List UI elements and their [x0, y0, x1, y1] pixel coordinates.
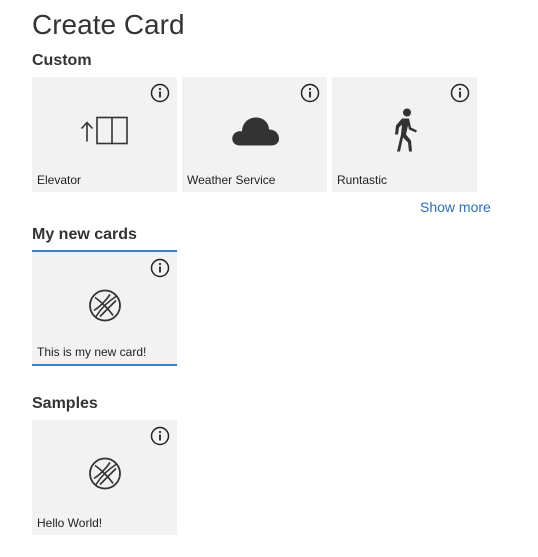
card-label: Hello World! — [37, 516, 103, 530]
card-weather-service[interactable]: Weather Service — [182, 77, 327, 192]
info-icon[interactable] — [300, 83, 320, 103]
create-card-page: Create Card Custom Elevator Weather Serv… — [0, 0, 538, 557]
card-my-new-card[interactable]: This is my new card! — [32, 250, 177, 366]
section-title-samples: Samples — [32, 395, 98, 412]
card-label: Weather Service — [187, 173, 276, 187]
globe-icon — [88, 457, 122, 496]
globe-icon — [88, 289, 122, 328]
card-label: Elevator — [37, 173, 82, 187]
card-label: This is my new card! — [37, 345, 147, 359]
page-title: Create Card — [32, 9, 185, 40]
info-icon[interactable] — [150, 258, 170, 278]
walking-person-icon — [390, 108, 420, 159]
card-hello-world[interactable]: Hello World! — [32, 420, 177, 535]
card-label: Runtastic — [337, 173, 388, 187]
section-title-custom: Custom — [32, 52, 92, 69]
card-elevator[interactable]: Elevator — [32, 77, 177, 192]
info-icon[interactable] — [150, 426, 170, 446]
show-more-link[interactable]: Show more — [420, 199, 491, 215]
info-icon[interactable] — [450, 83, 470, 103]
section-title-my-new-cards: My new cards — [32, 226, 137, 243]
card-runtastic[interactable]: Runtastic — [332, 77, 477, 192]
cloud-icon — [230, 114, 280, 153]
elevator-icon — [79, 116, 131, 151]
info-icon[interactable] — [150, 83, 170, 103]
